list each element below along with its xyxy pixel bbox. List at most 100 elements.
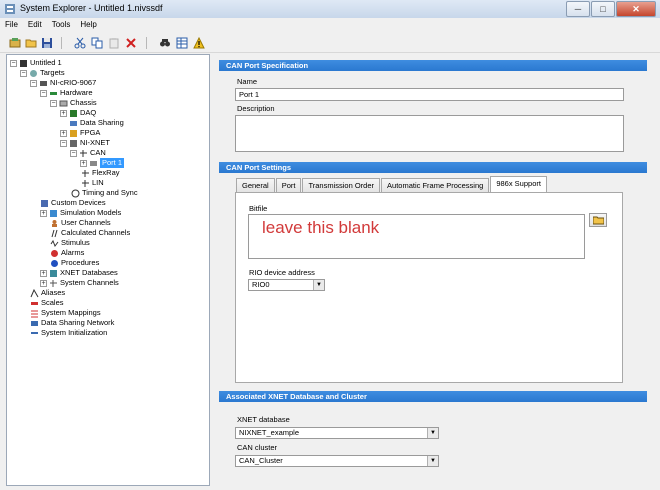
can-cluster-select[interactable]: CAN_Cluster ▼ (235, 455, 439, 467)
tree-node-system-initialization[interactable]: System Initialization (30, 328, 107, 338)
expand-toggle[interactable]: + (80, 159, 87, 167)
rio-address-value: RIO0 (252, 280, 270, 289)
tree-label: System Initialization (41, 328, 108, 337)
collapse-toggle[interactable]: − (70, 149, 77, 157)
user-channels-icon (52, 219, 57, 227)
expand-toggle[interactable]: + (60, 129, 67, 137)
tree-node-system-channels[interactable]: + System Channels (40, 278, 119, 288)
tree-node-xnet-databases[interactable]: + XNET Databases (40, 268, 118, 278)
chevron-down-icon[interactable]: ▼ (427, 428, 438, 438)
paste-icon[interactable] (108, 37, 120, 49)
tree-node-user-channels[interactable]: User Channels (50, 218, 111, 228)
system-tree[interactable]: − Untitled 1 − Targets − NI-cRIO-9067 − … (6, 54, 210, 486)
find-icon[interactable] (159, 37, 171, 49)
tree-node-nixnet[interactable]: − NI-XNET (60, 138, 110, 148)
collapse-toggle[interactable]: − (40, 89, 47, 97)
menu-help[interactable]: Help (75, 18, 101, 32)
xnet-database-select[interactable]: NIXNET_example ▼ (235, 427, 439, 439)
section-header-spec: CAN Port Specification (219, 60, 647, 71)
tree-label-selected: Port 1 (100, 158, 125, 168)
minimize-button[interactable]: ─ (566, 1, 590, 17)
tab-port[interactable]: Port (275, 178, 302, 192)
collapse-toggle[interactable]: − (60, 139, 67, 147)
chevron-down-icon[interactable]: ▼ (313, 280, 324, 290)
tree-label: LIN (92, 178, 104, 187)
tree-node-can[interactable]: − CAN (70, 148, 106, 158)
collapse-toggle[interactable]: − (50, 99, 57, 107)
tree-node-targets[interactable]: − Targets (20, 68, 65, 78)
expand-toggle[interactable]: + (60, 109, 67, 117)
port-icon (90, 160, 97, 166)
tree-node-procedures[interactable]: Procedures (50, 258, 99, 268)
description-field[interactable] (235, 115, 624, 152)
cut-icon[interactable] (74, 37, 86, 49)
tree-node-calculated-channels[interactable]: Calculated Channels (50, 228, 130, 238)
tree-node-chassis[interactable]: − Chassis (50, 98, 97, 108)
table-icon[interactable] (176, 37, 188, 49)
copy-icon[interactable] (91, 37, 103, 49)
tab-general[interactable]: General (236, 178, 275, 192)
tree-node-fpga[interactable]: + FPGA (60, 128, 100, 138)
browse-button[interactable] (589, 213, 607, 227)
stimulus-icon (50, 239, 59, 247)
rio-address-select[interactable]: RIO0 ▼ (248, 279, 325, 291)
close-button[interactable]: ✕ (616, 1, 656, 17)
description-label: Description (237, 104, 275, 113)
mappings-icon (31, 310, 38, 317)
lin-icon (82, 179, 89, 187)
tree-node-aliases[interactable]: Aliases (30, 288, 65, 298)
save-icon[interactable] (41, 37, 53, 49)
tab-automatic-frame-processing[interactable]: Automatic Frame Processing (381, 178, 490, 192)
open-icon[interactable] (25, 37, 37, 49)
tree-node-data-sharing[interactable]: Data Sharing (69, 118, 124, 128)
tree-node-system-mappings[interactable]: System Mappings (30, 308, 101, 318)
fpga-icon (70, 129, 77, 137)
xnet-database-value: NIXNET_example (239, 428, 300, 437)
warning-icon[interactable] (193, 37, 205, 49)
toolbar-separator (61, 37, 62, 49)
name-field[interactable]: Port 1 (235, 88, 624, 101)
system-explorer-window: System Explorer - Untitled 1.nivssdf ─ □… (0, 0, 660, 490)
tree-node-alarms[interactable]: Alarms (50, 248, 84, 258)
chevron-down-icon[interactable]: ▼ (427, 456, 438, 466)
menu-tools[interactable]: Tools (47, 18, 76, 32)
tree-node-flexray[interactable]: FlexRay (81, 168, 120, 178)
app-icon (5, 4, 15, 14)
menu-edit[interactable]: Edit (23, 18, 47, 32)
maximize-button[interactable]: □ (591, 1, 615, 17)
tree-node-stimulus[interactable]: Stimulus (50, 238, 90, 248)
tree-label: Simulation Models (60, 208, 122, 217)
tree-node-hardware[interactable]: − Hardware (40, 88, 93, 98)
collapse-toggle[interactable]: − (20, 69, 27, 77)
can-icon (80, 149, 87, 157)
section-header-settings: CAN Port Settings (219, 162, 647, 173)
tree-node-scales[interactable]: Scales (30, 298, 64, 308)
tree-label: FPGA (80, 128, 101, 137)
tree-node-crio[interactable]: − NI-cRIO-9067 (30, 78, 96, 88)
tab-transmission-order[interactable]: Transmission Order (302, 178, 381, 192)
tree-node-untitled[interactable]: − Untitled 1 (10, 58, 62, 68)
menu-file[interactable]: File (0, 18, 23, 32)
tree-label: Scales (41, 298, 64, 307)
initialization-icon (31, 331, 38, 334)
new-icon[interactable] (9, 37, 21, 49)
tree-node-data-sharing-network[interactable]: Data Sharing Network (30, 318, 114, 328)
procedures-icon (51, 259, 58, 267)
expand-toggle[interactable]: + (40, 279, 47, 287)
tree-label: DAQ (80, 108, 97, 117)
tree-node-daq[interactable]: + DAQ (60, 108, 96, 118)
tree-node-port1[interactable]: + Port 1 (80, 158, 125, 168)
tree-node-custom-devices[interactable]: Custom Devices (40, 198, 106, 208)
collapse-toggle[interactable]: − (30, 79, 37, 87)
expand-toggle[interactable]: + (40, 209, 47, 217)
tree-node-timing[interactable]: Timing and Sync (71, 188, 138, 198)
targets-icon (30, 69, 37, 77)
tree-node-simulation-models[interactable]: + Simulation Models (40, 208, 121, 218)
scales-icon (31, 301, 38, 305)
delete-icon[interactable] (125, 37, 137, 49)
tab-986x-support[interactable]: 986x Support (490, 176, 547, 192)
collapse-toggle[interactable]: − (10, 59, 17, 67)
tree-node-lin[interactable]: LIN (81, 178, 104, 188)
expand-toggle[interactable]: + (40, 269, 47, 277)
aliases-icon (30, 288, 39, 297)
